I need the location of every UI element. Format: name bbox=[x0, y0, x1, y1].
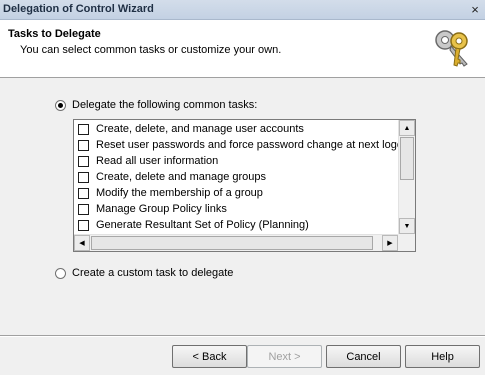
cancel-button[interactable]: Cancel bbox=[326, 345, 401, 368]
task-label: Create, delete and manage groups bbox=[96, 171, 267, 183]
task-checkbox[interactable] bbox=[78, 155, 89, 167]
scroll-left-button[interactable]: ◀ bbox=[74, 235, 90, 251]
radio-custom-task-button[interactable] bbox=[55, 267, 66, 279]
radio-custom-task-label: Create a custom task to delegate bbox=[72, 267, 234, 279]
next-button[interactable]: Next > bbox=[247, 345, 322, 368]
radio-custom-task[interactable]: Create a custom task to delegate bbox=[55, 267, 233, 279]
radio-common-tasks-label: Delegate the following common tasks: bbox=[72, 99, 258, 111]
task-item-manage-groups[interactable]: Create, delete and manage groups bbox=[78, 169, 266, 185]
scroll-down-button[interactable]: ▼ bbox=[399, 218, 415, 234]
page-title: Tasks to Delegate bbox=[8, 28, 101, 40]
task-item-reset-passwords[interactable]: Reset user passwords and force password … bbox=[78, 137, 398, 153]
back-button[interactable]: < Back bbox=[172, 345, 247, 368]
task-item-rsop-planning[interactable]: Generate Resultant Set of Policy (Planni… bbox=[78, 217, 309, 233]
window-title: Delegation of Control Wizard bbox=[3, 3, 154, 15]
close-button[interactable]: × bbox=[465, 0, 485, 19]
wizard-header: Tasks to Delegate You can select common … bbox=[0, 20, 485, 78]
task-checkbox[interactable] bbox=[78, 203, 89, 215]
task-checkbox[interactable] bbox=[78, 219, 89, 231]
common-tasks-list[interactable]: Create, delete, and manage user accounts… bbox=[73, 119, 416, 252]
task-label: Read all user information bbox=[96, 155, 219, 167]
footer-separator bbox=[0, 335, 485, 337]
task-item-create-users[interactable]: Create, delete, and manage user accounts bbox=[78, 121, 304, 137]
page-subtitle: You can select common tasks or customize… bbox=[20, 44, 282, 56]
title-bar: Delegation of Control Wizard × bbox=[0, 0, 485, 20]
task-item-gp-links[interactable]: Manage Group Policy links bbox=[78, 201, 227, 217]
task-checkbox[interactable] bbox=[78, 123, 89, 135]
task-list-viewport: Create, delete, and manage user accounts… bbox=[74, 120, 398, 234]
task-item-read-user-info[interactable]: Read all user information bbox=[78, 153, 218, 169]
task-checkbox[interactable] bbox=[78, 139, 89, 151]
scroll-right-button[interactable]: ▶ bbox=[382, 235, 398, 251]
vertical-scrollbar[interactable]: ▲ ▼ bbox=[398, 120, 415, 234]
keys-icon bbox=[435, 30, 468, 67]
help-button[interactable]: Help bbox=[405, 345, 480, 368]
scrollbar-corner bbox=[398, 234, 415, 251]
task-checkbox[interactable] bbox=[78, 171, 89, 183]
wizard-window: Delegation of Control Wizard × Tasks to … bbox=[0, 0, 485, 375]
radio-common-tasks[interactable]: Delegate the following common tasks: bbox=[55, 99, 257, 111]
scroll-up-button[interactable]: ▲ bbox=[399, 120, 415, 136]
task-label: Create, delete, and manage user accounts bbox=[96, 123, 304, 135]
task-label: Modify the membership of a group bbox=[96, 187, 263, 199]
task-checkbox[interactable] bbox=[78, 187, 89, 199]
horizontal-scroll-thumb[interactable] bbox=[91, 236, 373, 250]
task-label: Reset user passwords and force password … bbox=[96, 139, 398, 151]
task-item-group-membership[interactable]: Modify the membership of a group bbox=[78, 185, 263, 201]
task-label: Generate Resultant Set of Policy (Planni… bbox=[96, 219, 309, 231]
task-label: Manage Group Policy links bbox=[96, 203, 227, 215]
horizontal-scrollbar[interactable]: ◀ ▶ bbox=[74, 234, 398, 251]
radio-common-tasks-button[interactable] bbox=[55, 99, 66, 111]
vertical-scroll-thumb[interactable] bbox=[400, 137, 414, 180]
